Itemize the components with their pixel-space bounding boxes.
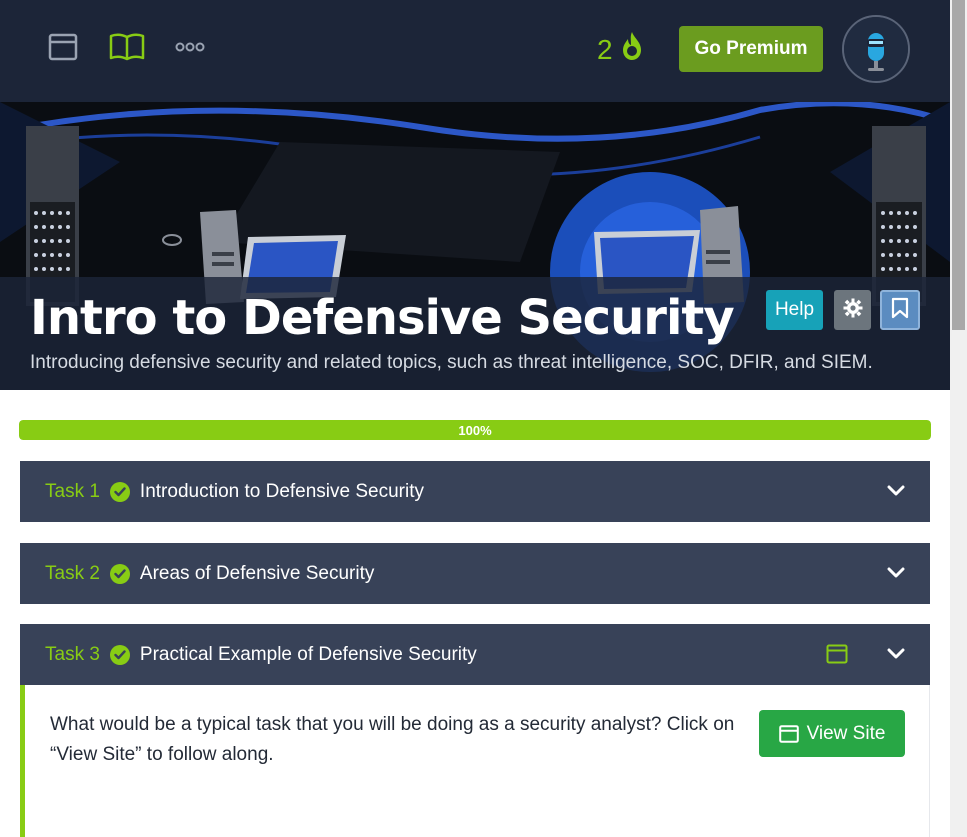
- browser-window-icon: [778, 724, 799, 743]
- progress-fill: 100%: [19, 420, 931, 440]
- task-title: Areas of Defensive Security: [139, 562, 375, 584]
- view-site-button[interactable]: View Site: [759, 710, 905, 757]
- more-dots-icon[interactable]: [174, 30, 206, 64]
- task-number: Task 3: [45, 643, 100, 665]
- room-progress-bar: 100%: [19, 420, 931, 440]
- scrollbar-thumb[interactable]: [952, 0, 965, 330]
- chevron-down-icon[interactable]: [886, 563, 906, 587]
- task-description: What would be a typical task that you wi…: [50, 714, 735, 765]
- task-number: Task 1: [45, 480, 100, 502]
- check-circle-icon: [109, 644, 130, 665]
- go-premium-button[interactable]: Go Premium: [679, 26, 823, 72]
- task-header-2[interactable]: Task 2 Areas of Defensive Security: [20, 543, 930, 604]
- progress-label: 100%: [458, 422, 492, 438]
- gear-icon: [843, 298, 863, 322]
- task-body-3: What would be a typical task that you wi…: [20, 685, 930, 837]
- check-circle-icon: [109, 481, 130, 502]
- bookmark-icon: [891, 297, 909, 323]
- scrollbar[interactable]: [950, 0, 967, 837]
- settings-button[interactable]: [834, 290, 871, 330]
- task-header-1[interactable]: Task 1 Introduction to Defensive Securit…: [20, 461, 930, 522]
- task-title: Practical Example of Defensive Security: [139, 643, 477, 665]
- check-circle-icon: [109, 563, 130, 584]
- task-number: Task 2: [45, 562, 100, 584]
- task-title: Introduction to Defensive Security: [139, 480, 425, 502]
- room-description: Introducing defensive security and relat…: [30, 352, 873, 373]
- top-navbar: 2 Go Premium: [0, 0, 950, 102]
- room-banner: Intro to Defensive Security Introducing …: [0, 102, 950, 390]
- bookmark-button[interactable]: [880, 290, 920, 330]
- view-site-label: View Site: [806, 722, 886, 744]
- browser-window-icon[interactable]: [47, 30, 79, 64]
- flame-icon: [619, 30, 645, 69]
- streak-count: 2: [597, 33, 613, 65]
- avatar[interactable]: [842, 15, 910, 83]
- chevron-down-icon[interactable]: [886, 644, 906, 668]
- book-icon[interactable]: [108, 30, 146, 64]
- task-header-3[interactable]: Task 3 Practical Example of Defensive Se…: [20, 624, 930, 685]
- help-button[interactable]: Help: [766, 290, 823, 330]
- page-title: Intro to Defensive Security: [30, 290, 735, 346]
- streak-counter[interactable]: 2: [597, 30, 645, 69]
- chevron-down-icon[interactable]: [886, 481, 906, 505]
- browser-window-icon[interactable]: [826, 644, 848, 668]
